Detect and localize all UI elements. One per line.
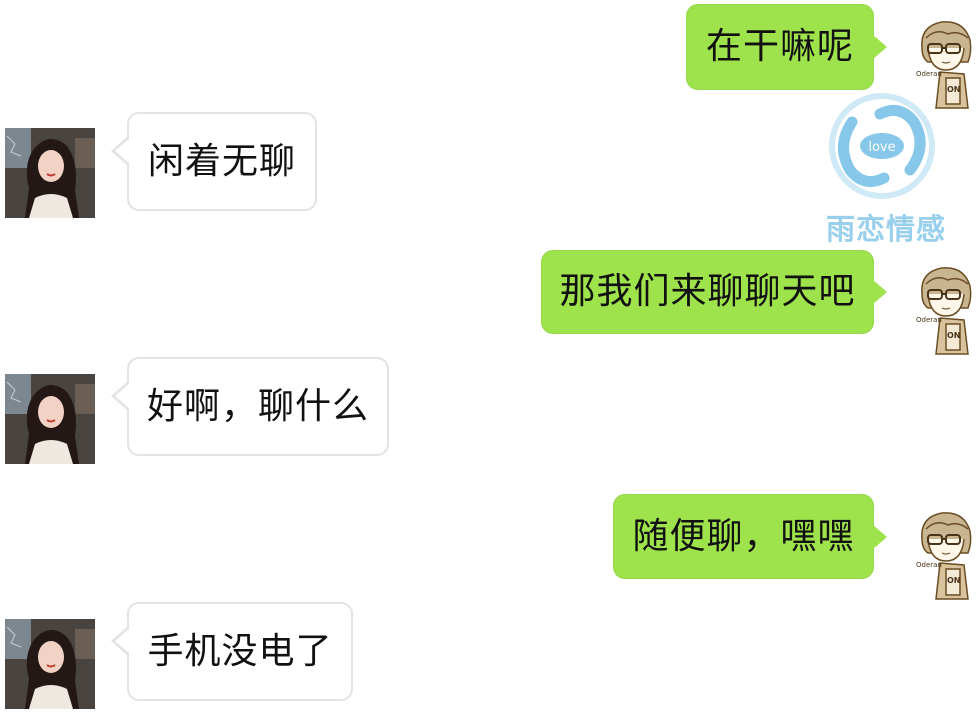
girl-photo-avatar-icon bbox=[5, 619, 95, 709]
watermark-text: 雨恋情感 bbox=[825, 212, 946, 246]
message-bubble-received[interactable]: 好啊，聊什么 bbox=[111, 357, 389, 456]
svg-text:Oderan: Oderan bbox=[916, 561, 942, 569]
contact-avatar[interactable] bbox=[5, 619, 95, 709]
message-bubble-sent[interactable]: 在干嘛呢 bbox=[686, 4, 887, 90]
self-avatar[interactable]: ON Oderan bbox=[914, 264, 976, 356]
love-circle-logo-icon: love bbox=[829, 93, 935, 199]
svg-text:Oderan: Oderan bbox=[916, 70, 942, 78]
girl-photo-avatar-icon bbox=[5, 128, 95, 218]
message-bubble-received[interactable]: 闲着无聊 bbox=[111, 112, 317, 211]
svg-text:ON: ON bbox=[947, 576, 961, 585]
watermark: love 雨恋情感 bbox=[806, 92, 966, 252]
message-bubble-sent[interactable]: 那我们来聊聊天吧 bbox=[541, 250, 887, 334]
cartoon-boy-avatar-icon: ON Oderan bbox=[916, 267, 972, 355]
cartoon-boy-avatar-icon: ON Oderan bbox=[916, 512, 972, 600]
message-bubble-received[interactable]: 手机没电了 bbox=[111, 602, 353, 701]
chat-conversation: 在干嘛呢 ON Oderan 闲着无聊 那我们来聊聊天吧 ON Oderan 好… bbox=[0, 0, 979, 712]
self-avatar[interactable]: ON Oderan bbox=[914, 509, 976, 601]
message-bubble-sent[interactable]: 随便聊，嘿嘿 bbox=[613, 494, 887, 579]
girl-photo-avatar-icon bbox=[5, 374, 95, 464]
contact-avatar[interactable] bbox=[5, 374, 95, 464]
svg-text:Oderan: Oderan bbox=[916, 316, 942, 324]
svg-text:ON: ON bbox=[947, 331, 961, 340]
svg-text:love: love bbox=[868, 140, 895, 155]
contact-avatar[interactable] bbox=[5, 128, 95, 218]
